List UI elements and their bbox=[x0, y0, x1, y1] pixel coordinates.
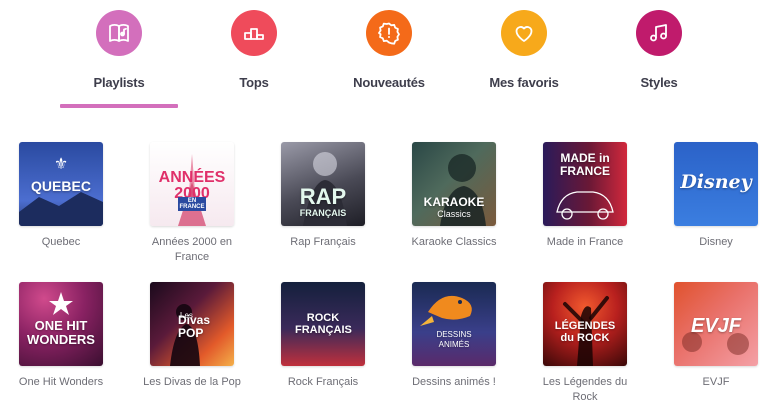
playlist-card-annees-2000[interactable]: ANNÉES 2000 EN FRANCE Années 2000 en Fra… bbox=[142, 142, 242, 265]
cover-text: KARAOKE bbox=[423, 195, 485, 209]
playlist-cover: KARAOKE Classics bbox=[412, 142, 496, 226]
cover-text: Disney bbox=[680, 171, 752, 193]
playlist-title: Les Légendes du Rock bbox=[542, 376, 628, 403]
playlist-title: One Hit Wonders bbox=[18, 376, 104, 388]
cover-text: EVJF bbox=[690, 315, 742, 337]
playlist-cover: Les Divas POP bbox=[150, 282, 234, 366]
tab-playlists[interactable]: Playlists bbox=[49, 10, 189, 90]
playlist-cover: ⚜ QUEBEC bbox=[19, 142, 103, 226]
playlist-card-rap-francais[interactable]: RAP FRANÇAIS Rap Français bbox=[273, 142, 373, 250]
playlist-cover: MADE in FRANCE bbox=[543, 142, 627, 226]
tab-styles[interactable]: Styles bbox=[589, 10, 729, 90]
playlist-title: Made in France bbox=[546, 236, 624, 248]
playlist-cover: RAP FRANÇAIS bbox=[281, 142, 365, 226]
playlist-cover: LÉGENDES du ROCK bbox=[543, 282, 627, 366]
svg-text:⚜: ⚜ bbox=[54, 154, 68, 173]
tab-playlists-label: Playlists bbox=[93, 75, 145, 90]
playlist-title: EVJF bbox=[702, 376, 730, 388]
playlist-title: Les Divas de la Pop bbox=[143, 376, 241, 388]
cover-text: RAP bbox=[299, 184, 347, 209]
cover-subtext: EN FRANCE bbox=[178, 197, 206, 211]
tab-tops[interactable]: Tops bbox=[184, 10, 324, 90]
cover-text: QUEBEC bbox=[31, 178, 91, 194]
cover-text: ROCK FRANÇAIS bbox=[295, 312, 352, 337]
playlist-card-karaoke-classics[interactable]: KARAOKE Classics Karaoke Classics bbox=[404, 142, 504, 250]
playlist-title: Disney bbox=[699, 236, 733, 248]
tab-styles-label: Styles bbox=[640, 75, 678, 90]
playlist-card-made-in-france[interactable]: MADE in FRANCE Made in France bbox=[535, 142, 635, 250]
playlist-card-one-hit-wonders[interactable]: ONE HIT WONDERS One Hit Wonders bbox=[11, 282, 111, 390]
playlist-cover: ANNÉES 2000 EN FRANCE bbox=[150, 142, 234, 226]
cover-text: DESSINS ANIMÉS bbox=[436, 330, 472, 349]
podium-icon bbox=[231, 10, 277, 56]
playlist-cover: Disney bbox=[674, 142, 758, 226]
tab-nouveautes[interactable]: Nouveautés bbox=[319, 10, 459, 90]
playlist-title: Années 2000 en France bbox=[151, 236, 233, 263]
heart-icon bbox=[501, 10, 547, 56]
playlist-title: Rock Français bbox=[287, 376, 359, 388]
cover-subtext: Classics bbox=[437, 209, 471, 219]
playlist-card-divas-de-la-pop[interactable]: Les Divas POP Les Divas de la Pop bbox=[142, 282, 242, 390]
playlist-card-disney[interactable]: Disney Disney bbox=[666, 142, 766, 250]
playlist-title: Karaoke Classics bbox=[411, 236, 497, 248]
tab-mes-favoris[interactable]: Mes favoris bbox=[454, 10, 594, 90]
tab-tops-label: Tops bbox=[239, 75, 269, 90]
music-note-icon bbox=[636, 10, 682, 56]
music-book-icon bbox=[96, 10, 142, 56]
playlist-title: Quebec bbox=[41, 236, 81, 248]
playlist-cover: ONE HIT WONDERS bbox=[19, 282, 103, 366]
playlist-card-quebec[interactable]: ⚜ QUEBEC Quebec bbox=[11, 142, 111, 250]
playlist-cover: ROCK FRANÇAIS bbox=[281, 282, 365, 366]
active-tab-indicator bbox=[60, 104, 178, 108]
cover-subtext: FRANÇAIS bbox=[299, 208, 347, 218]
tab-mes-favoris-label: Mes favoris bbox=[489, 75, 559, 90]
new-badge-icon bbox=[366, 10, 412, 56]
tab-nouveautes-label: Nouveautés bbox=[353, 75, 425, 90]
playlist-title: Dessins animés ! bbox=[412, 376, 496, 388]
playlist-cover: EVJF bbox=[674, 282, 758, 366]
playlist-card-rock-francais[interactable]: ROCK FRANÇAIS Rock Français bbox=[273, 282, 373, 390]
playlist-card-dessins-animes[interactable]: DESSINS ANIMÉS Dessins animés ! bbox=[404, 282, 504, 390]
cover-text: LÉGENDES du ROCK bbox=[554, 320, 616, 345]
cover-text: MADE in FRANCE bbox=[560, 151, 610, 178]
cover-text: Divas POP bbox=[178, 313, 211, 341]
playlist-card-legendes-du-rock[interactable]: LÉGENDES du ROCK Les Légendes du Rock bbox=[535, 282, 635, 405]
playlist-card-evjf[interactable]: EVJF EVJF bbox=[666, 282, 766, 390]
playlist-cover: DESSINS ANIMÉS bbox=[412, 282, 496, 366]
cover-text: ONE HIT WONDERS bbox=[27, 318, 95, 347]
playlist-title: Rap Français bbox=[290, 236, 356, 248]
